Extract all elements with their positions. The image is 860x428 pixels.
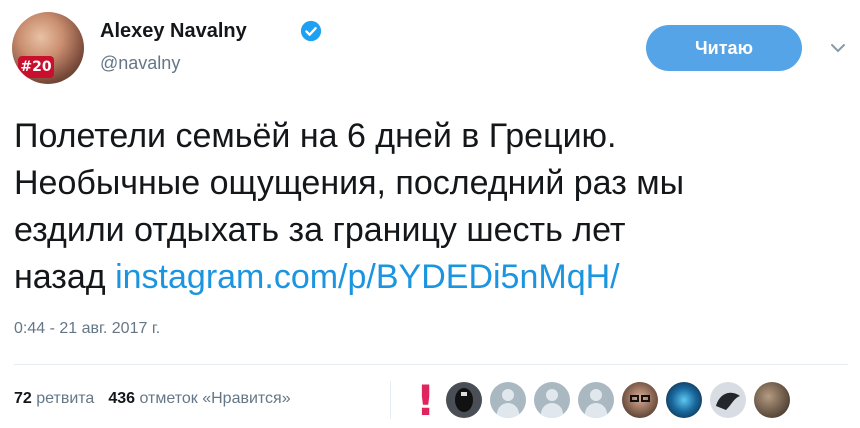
- retweets-count: 72: [14, 390, 32, 407]
- chevron-down-icon[interactable]: [830, 42, 846, 54]
- liker-avatar-default[interactable]: [490, 382, 526, 418]
- likes-stat[interactable]: 436 отметок «Нравится»: [108, 390, 290, 407]
- liker-avatar-glasses[interactable]: [622, 382, 658, 418]
- stats-divider: [390, 381, 391, 419]
- likes-count: 436: [108, 390, 136, 407]
- tweet-text-line-3: ездили отдыхать за границу шесть лет: [14, 211, 626, 249]
- tweet-text-line-1: Полетели семьёй на 6 дней в Грецию.: [14, 117, 617, 155]
- liker-avatar-group[interactable]: [754, 382, 790, 418]
- tweet-text-line-2: Необычные ощущения, последний раз мы: [14, 164, 685, 202]
- author-handle[interactable]: @navalny: [100, 53, 180, 74]
- tweet-stats: 72 ретвита 436 отметок «Нравится»: [14, 390, 291, 408]
- tweet-text-line-4: назад: [14, 258, 116, 296]
- author-name[interactable]: Alexey Navalny: [100, 20, 247, 43]
- verified-badge-icon: [300, 20, 322, 42]
- tweet-link[interactable]: instagram.com/p/BYDEDi5nMqH/: [115, 258, 620, 296]
- retweets-label: ретвита: [36, 390, 95, 407]
- liker-avatar-blue[interactable]: [666, 382, 702, 418]
- divider: [14, 364, 848, 365]
- retweets-stat[interactable]: 72 ретвита: [14, 390, 94, 407]
- liker-avatar-mask[interactable]: [446, 382, 482, 418]
- liker-avatar-bird[interactable]: [710, 382, 746, 418]
- avatar-badge: #20: [18, 56, 54, 78]
- liker-avatar-default[interactable]: [534, 382, 570, 418]
- tweet-text: Полетели семьёй на 6 дней в Грецию. Необы…: [14, 113, 834, 301]
- liker-avatar-default[interactable]: [578, 382, 614, 418]
- following-button[interactable]: Читаю: [646, 25, 802, 71]
- exclamation-mark-icon[interactable]: !: [416, 376, 435, 425]
- tweet-timestamp[interactable]: 0:44 - 21 авг. 2017 г.: [14, 320, 160, 338]
- author-avatar[interactable]: #20: [12, 12, 84, 84]
- likes-label: отметок «Нравится»: [139, 390, 291, 407]
